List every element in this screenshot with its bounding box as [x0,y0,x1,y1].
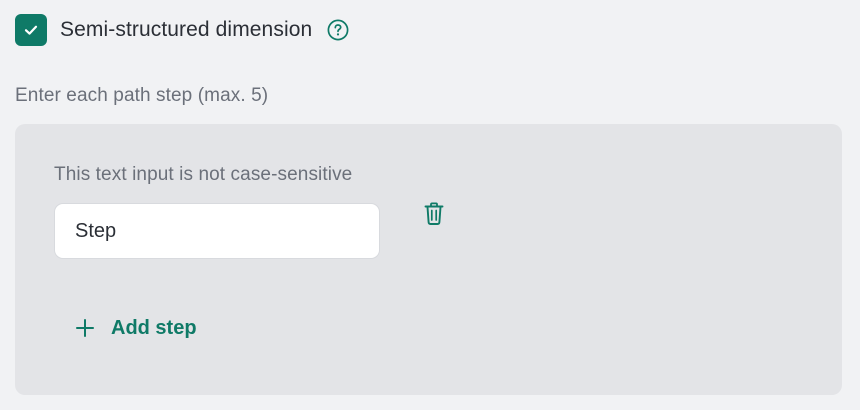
semi-structured-checkbox[interactable] [15,14,47,46]
plus-icon [75,318,95,338]
case-insensitive-hint: This text input is not case-sensitive [54,164,353,185]
step-input[interactable] [54,203,380,259]
path-steps-panel: This text input is not case-sensitive Ad… [15,124,842,395]
add-step-button[interactable]: Add step [75,312,197,344]
delete-step-button[interactable] [419,199,449,229]
checkmark-icon [24,25,38,35]
add-step-label: Add step [111,316,197,339]
path-steps-label: Enter each path step (max. 5) [15,85,269,106]
trash-icon [424,202,444,225]
semi-structured-row: Semi-structured dimension [15,14,349,46]
semi-structured-label[interactable]: Semi-structured dimension [60,18,312,42]
question-circle-icon[interactable] [327,19,349,41]
